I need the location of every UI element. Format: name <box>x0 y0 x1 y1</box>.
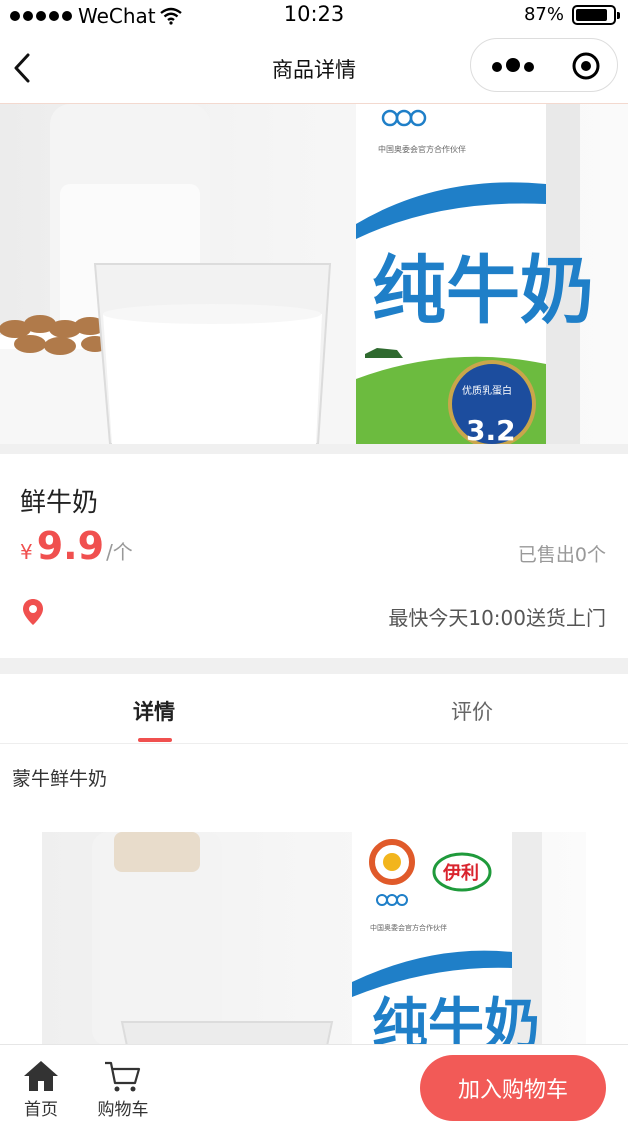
battery-level <box>576 8 608 21</box>
sold-count: 已售出0个 <box>517 544 606 566</box>
status-bar: WeChat 10:23 87% <box>0 0 628 30</box>
currency-symbol: ¥ <box>20 540 33 564</box>
detail-brand-logo: 伊利 <box>442 862 479 884</box>
product-image[interactable]: 中国奥委会官方合作伙伴 纯牛奶 优质乳蛋白 3.2 <box>0 104 628 444</box>
price-row: ¥ 9.9 /个 <box>20 524 133 568</box>
product-price: 9.9 <box>36 524 105 568</box>
home-button[interactable]: 首页 <box>6 1059 76 1120</box>
product-photo: 中国奥委会官方合作伙伴 纯牛奶 优质乳蛋白 3.2 <box>0 104 594 444</box>
navigation-bar: 商品详情 <box>0 30 628 104</box>
price-unit: /个 <box>106 540 133 564</box>
mini-program-capsule <box>470 38 618 92</box>
tab-details[interactable]: 详情 <box>74 696 234 726</box>
product-name: 鲜牛奶 <box>20 488 99 518</box>
cart-label: 购物车 <box>97 1100 149 1120</box>
product-description: 蒙牛鲜牛奶 <box>12 768 108 790</box>
active-tab-indicator <box>138 738 172 742</box>
svg-text:中国奥委会官方合作伙伴: 中国奥委会官方合作伙伴 <box>378 144 466 154</box>
bottom-action-bar: 首页 购物车 加入购物车 <box>0 1044 628 1126</box>
cart-button[interactable]: 购物车 <box>88 1059 158 1120</box>
home-icon <box>24 1061 58 1091</box>
product-info: 鲜牛奶 ¥ 9.9 /个 已售出0个 最快今天10:00送货上门 <box>0 454 628 658</box>
status-right: 87% <box>523 4 620 25</box>
delivery-info: 最快今天10:00送货上门 <box>388 606 606 630</box>
detail-tabs: 详情 评价 <box>0 674 628 744</box>
protein-badge-value: 3.2 <box>466 414 516 444</box>
detail-image: 伊利 中国奥委会官方合作伙伴 纯牛奶 <box>42 832 586 1046</box>
battery-icon <box>572 4 620 25</box>
detail-photo: 伊利 中国奥委会官方合作伙伴 纯牛奶 <box>92 832 542 1046</box>
add-to-cart-button[interactable]: 加入购物车 <box>420 1055 606 1121</box>
home-label: 首页 <box>24 1100 58 1120</box>
protein-badge-label: 优质乳蛋白 <box>462 384 512 397</box>
more-icon[interactable] <box>489 55 543 75</box>
tab-reviews[interactable]: 评价 <box>392 696 552 726</box>
close-miniprogram-icon[interactable] <box>571 51 601 81</box>
section-divider <box>0 658 628 674</box>
detail-package-title: 纯牛奶 <box>372 993 540 1046</box>
cart-icon <box>105 1061 141 1092</box>
section-divider <box>0 444 628 454</box>
svg-text:中国奥委会官方合作伙伴: 中国奥委会官方合作伙伴 <box>370 923 447 932</box>
battery-percent: 87% <box>523 4 564 25</box>
hero-package-title: 纯牛奶 <box>372 248 594 334</box>
location-pin-icon <box>23 599 43 625</box>
